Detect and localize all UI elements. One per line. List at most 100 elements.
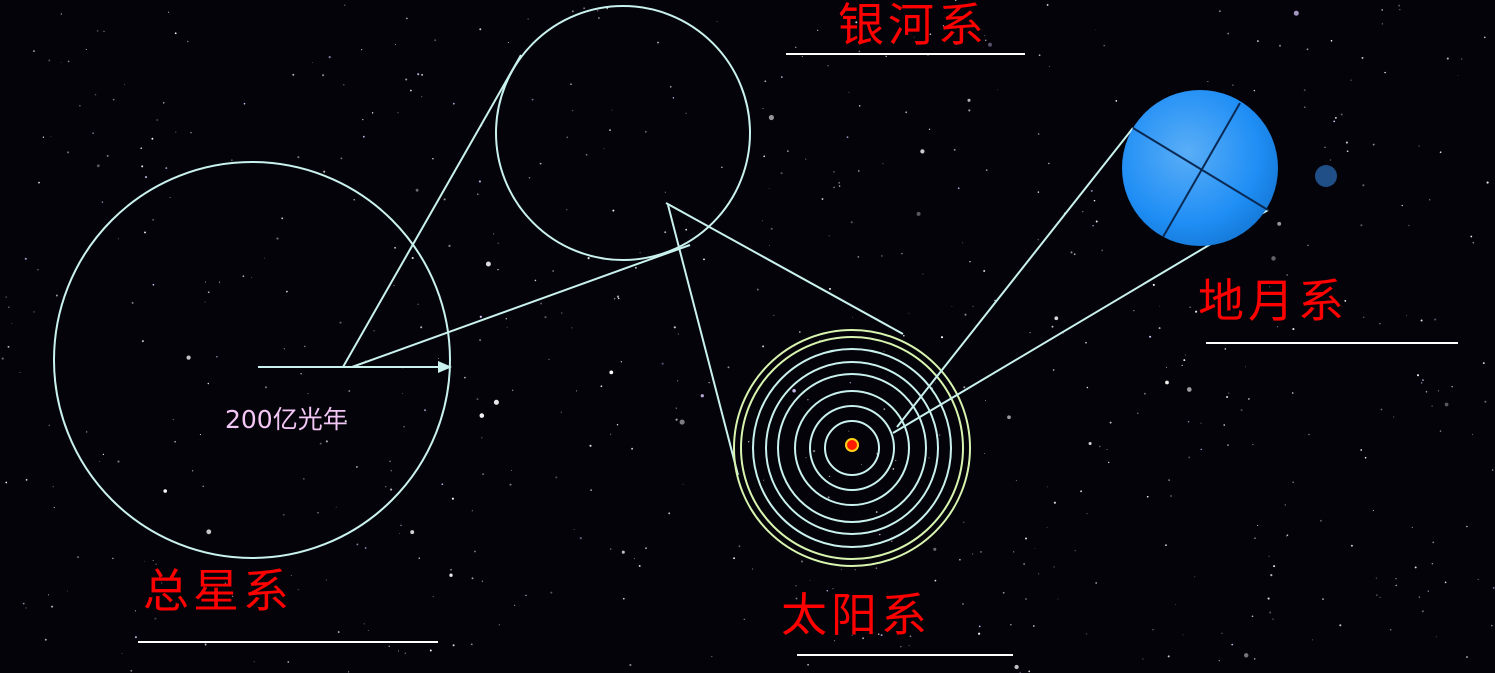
- star-dot: [402, 393, 404, 395]
- star-dot: [319, 442, 322, 445]
- star-dot: [360, 48, 363, 51]
- star-dot: [962, 602, 964, 605]
- star-dot: [916, 211, 921, 216]
- star-dot: [933, 547, 937, 551]
- star-dot: [972, 553, 974, 555]
- star-dot: [1254, 658, 1256, 660]
- star-dot: [409, 89, 412, 92]
- star-dot: [566, 209, 568, 211]
- star-dot: [450, 568, 452, 571]
- star-dot: [393, 284, 395, 287]
- star-dot: [644, 130, 647, 133]
- star-dot: [711, 655, 713, 658]
- star-dot: [187, 40, 189, 43]
- star-dot: [657, 41, 659, 44]
- star-dot: [1429, 199, 1431, 201]
- star-dot: [1375, 577, 1378, 579]
- star-dot: [1270, 574, 1273, 577]
- star-dot: [800, 560, 804, 563]
- star-dot: [1466, 525, 1468, 528]
- star-dot: [417, 73, 420, 76]
- star-dot: [768, 114, 774, 121]
- star-dot: [1038, 573, 1040, 575]
- cosmic-hierarchy-diagram: 银河系 地月系 总星系 太阳系 200亿光年: [0, 0, 1495, 673]
- star-dot: [964, 313, 967, 316]
- star-dot: [337, 631, 340, 633]
- star-dot: [1090, 189, 1093, 192]
- star-dot: [1406, 314, 1407, 316]
- star-dot: [415, 188, 419, 192]
- star-dot: [394, 246, 397, 249]
- star-dot: [807, 399, 809, 401]
- star-dot: [1395, 584, 1397, 587]
- star-dot: [539, 302, 543, 305]
- star-dot: [66, 590, 68, 592]
- star-dot: [881, 255, 883, 257]
- zoom-line-solar-to-earth-upper: [896, 127, 1134, 428]
- star-dot: [476, 193, 479, 196]
- star-dot: [507, 42, 509, 43]
- star-dot: [1231, 84, 1234, 86]
- star-dot: [833, 186, 835, 189]
- star-dot: [1292, 481, 1294, 483]
- star-dot: [1143, 392, 1146, 395]
- star-dot: [1408, 224, 1410, 227]
- star-dot: [1080, 490, 1083, 493]
- star-dot: [983, 453, 985, 454]
- star-dot: [590, 489, 592, 491]
- star-dot: [1431, 563, 1433, 565]
- label-universe: 总星系: [143, 564, 293, 618]
- star-dot: [276, 237, 279, 240]
- star-dot: [96, 164, 100, 168]
- star-dot: [38, 181, 40, 184]
- star-dot: [99, 460, 101, 462]
- star-dot: [1073, 253, 1076, 256]
- star-dot: [33, 50, 35, 52]
- star-dot: [11, 323, 13, 325]
- star-dot: [355, 465, 358, 468]
- star-dot: [1146, 495, 1149, 498]
- star-dot: [1142, 658, 1144, 660]
- star-dot: [597, 17, 600, 19]
- star-dot: [1439, 430, 1442, 432]
- star-dot: [852, 316, 854, 318]
- star-dot: [685, 228, 688, 231]
- star-dot: [1106, 449, 1108, 450]
- star-dot: [1284, 504, 1287, 506]
- star-dot: [162, 102, 165, 104]
- star-dot: [1181, 364, 1183, 367]
- star-dot: [1168, 479, 1170, 481]
- star-dot: [901, 252, 903, 255]
- star-dot: [117, 460, 120, 463]
- star-dot: [805, 158, 807, 160]
- star-dot: [348, 671, 350, 673]
- star-dot: [1082, 210, 1084, 213]
- star-dot: [838, 181, 841, 184]
- star-dot: [420, 326, 423, 329]
- star-dot: [1254, 537, 1256, 539]
- star-dot: [1037, 191, 1040, 193]
- star-dot: [620, 361, 622, 363]
- star-dot: [423, 409, 427, 412]
- star-dot: [512, 389, 514, 391]
- star-dot: [1319, 519, 1322, 522]
- star-dot: [106, 154, 109, 157]
- star-dot: [1200, 422, 1202, 424]
- star-dot: [1379, 323, 1381, 325]
- star-dot: [1231, 643, 1234, 646]
- star-dot: [322, 74, 325, 77]
- star-dot: [253, 661, 255, 663]
- star-dot: [102, 453, 105, 456]
- star-dot: [544, 316, 547, 319]
- star-dot: [1421, 382, 1423, 384]
- star-dot: [92, 132, 94, 134]
- star-dot: [703, 258, 705, 261]
- star-dot: [103, 30, 105, 33]
- star-dot: [96, 30, 99, 32]
- star-dot: [243, 102, 246, 105]
- star-dot: [920, 149, 925, 154]
- star-dot: [311, 62, 313, 63]
- star-dot: [1303, 89, 1306, 91]
- star-dot: [1333, 120, 1336, 123]
- star-dot: [885, 55, 887, 58]
